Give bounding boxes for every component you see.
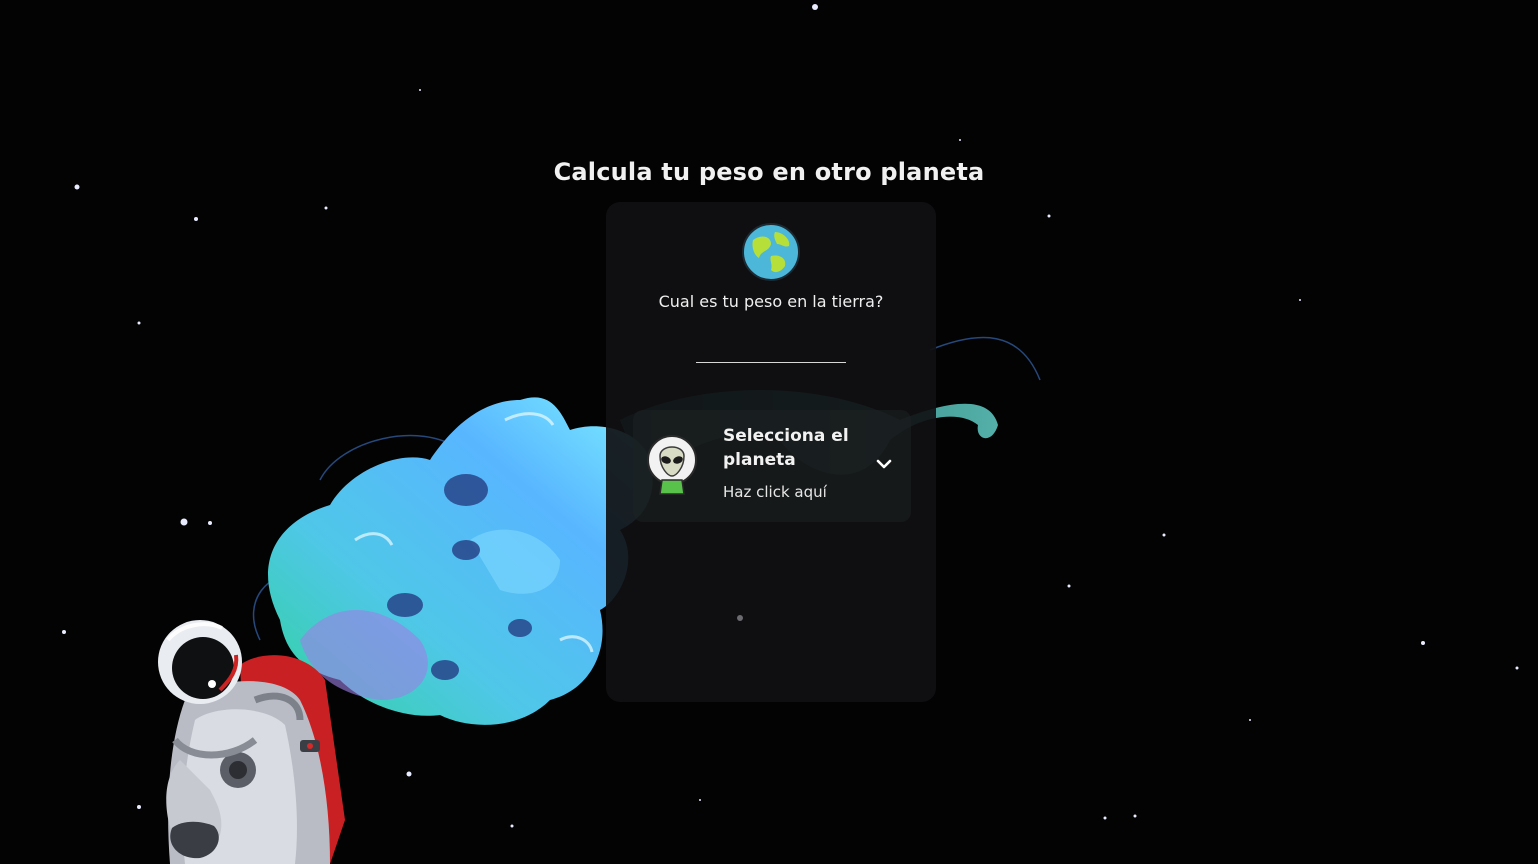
chevron-down-icon[interactable] [874,455,894,473]
earth-globe-icon [742,223,800,281]
alien-avatar-icon [647,435,697,495]
earth-weight-input[interactable] [696,336,846,363]
planet-selector-subtitle: Haz click aquí [723,483,827,501]
pagination-dot [737,615,743,621]
page-title: Calcula tu peso en otro planeta [553,158,985,186]
planet-selector-title: Selecciona el planeta [723,426,849,470]
earth-weight-question: Cual es tu peso en la tierra? [658,292,884,311]
